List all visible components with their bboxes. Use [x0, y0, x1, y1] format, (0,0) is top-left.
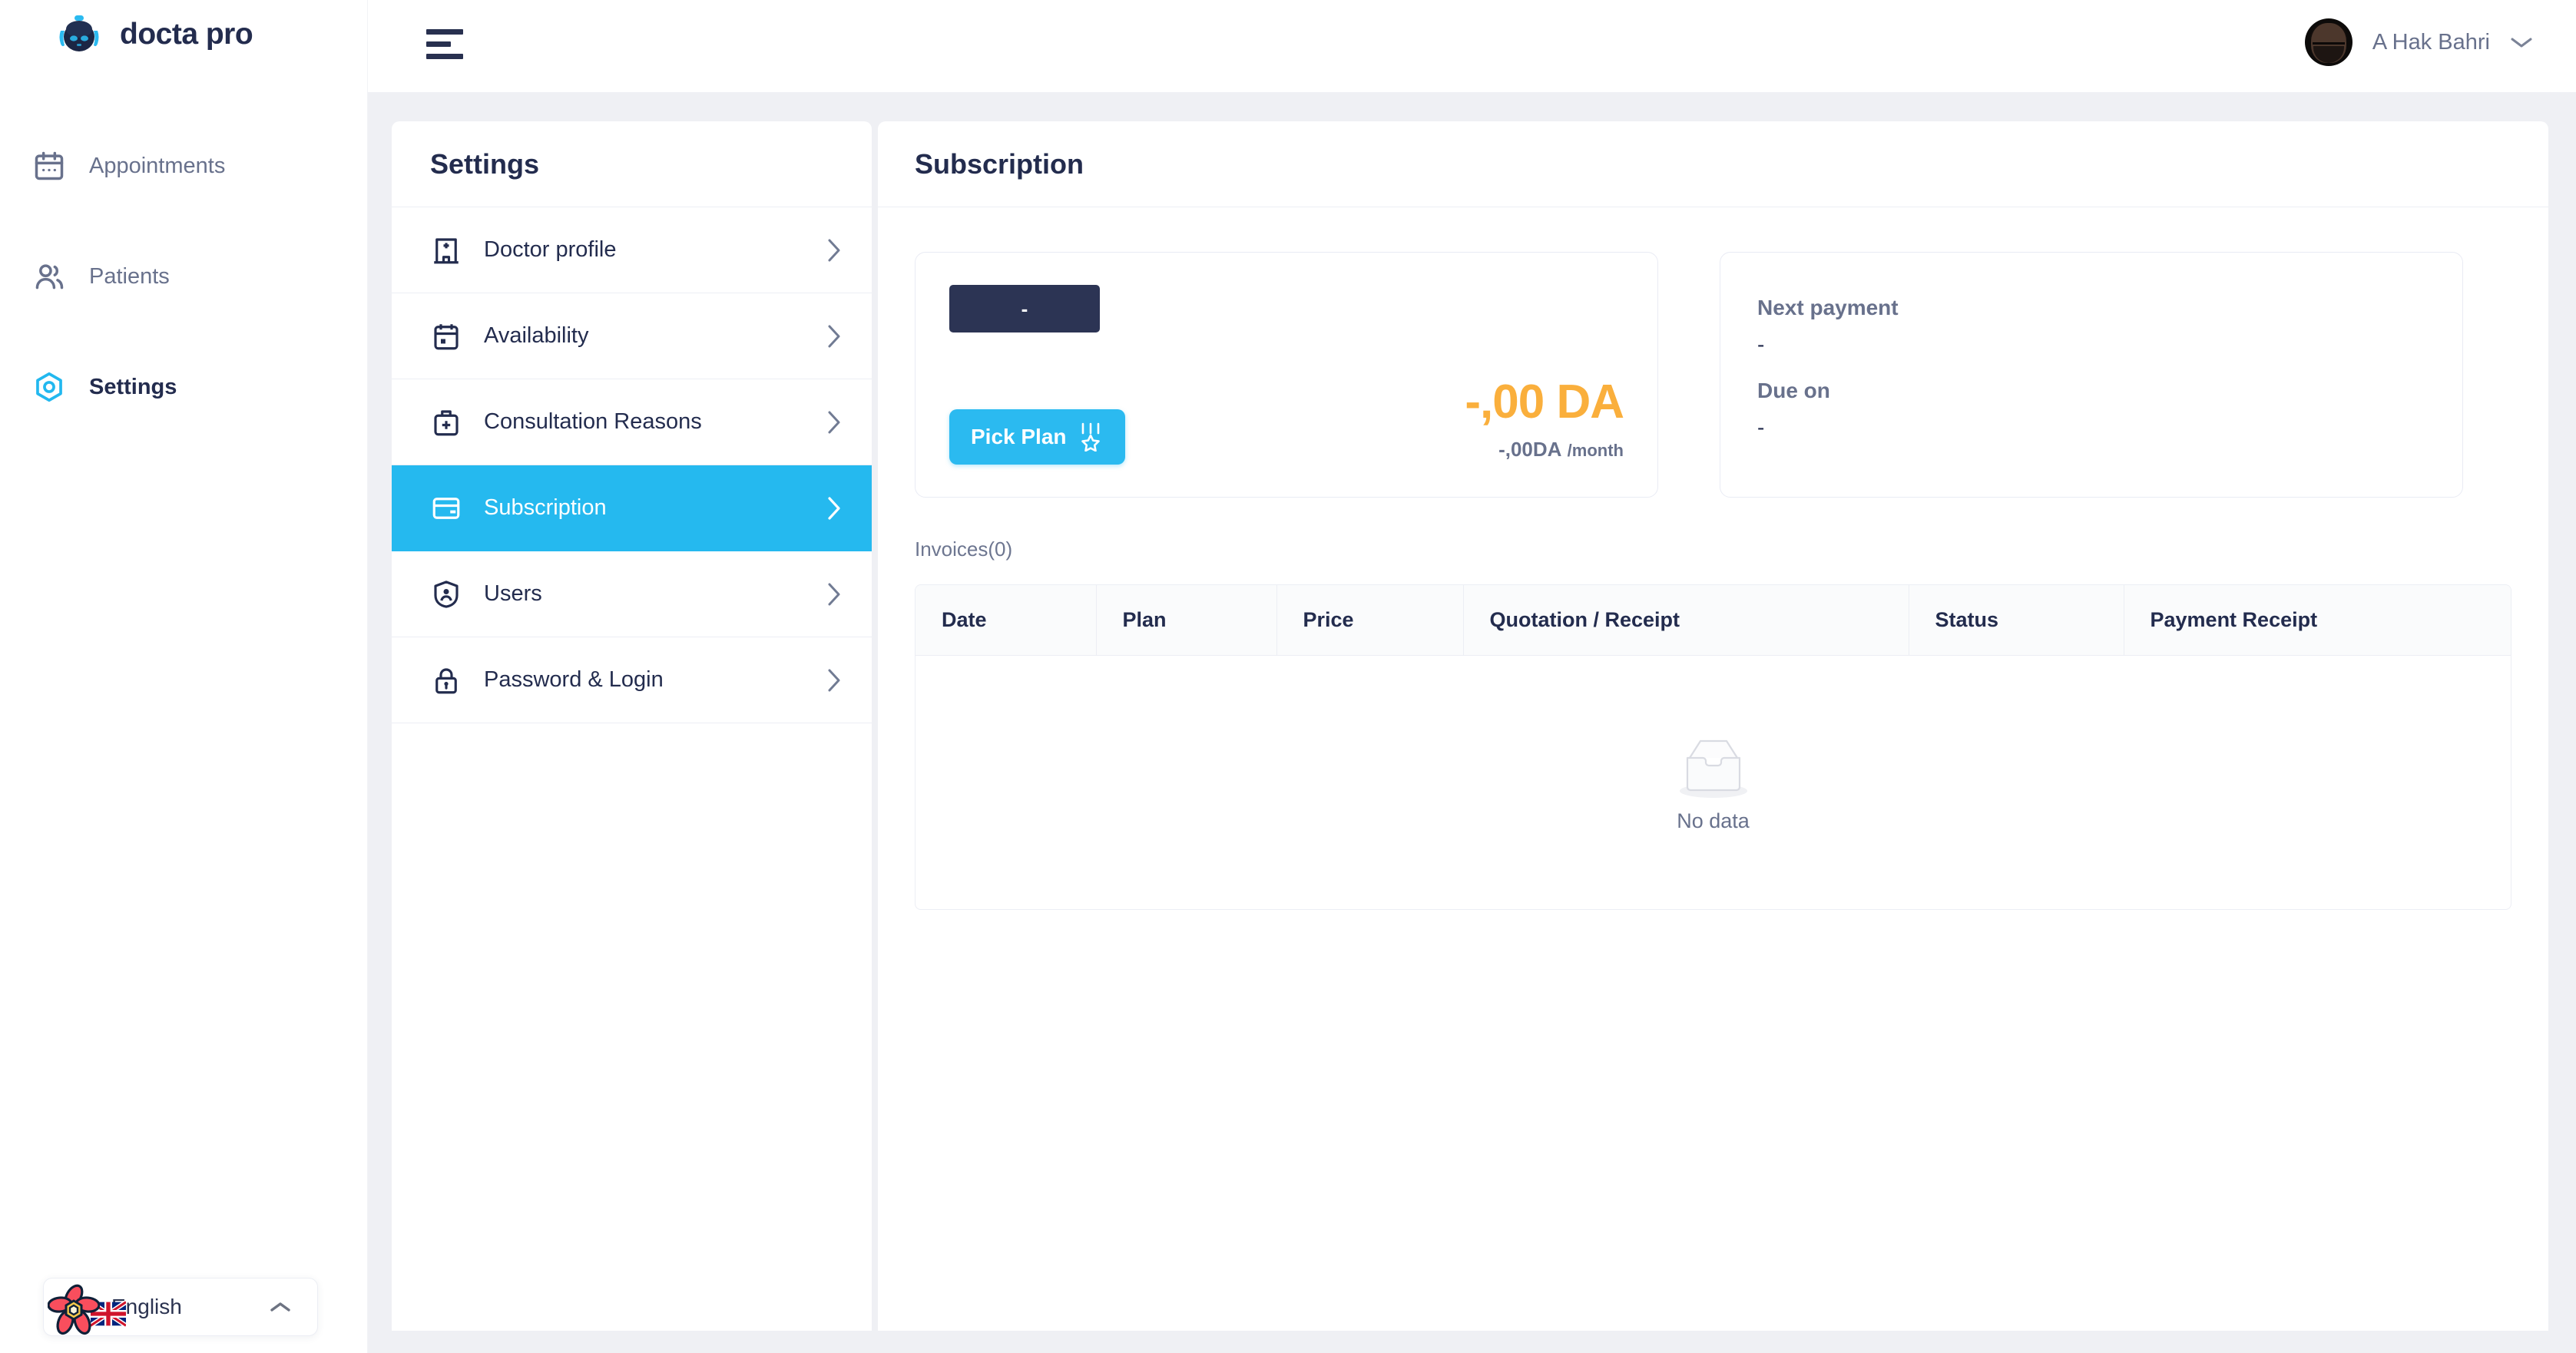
- hexagon-gear-icon: [32, 370, 66, 404]
- primary-nav: Appointments Patients Settings: [0, 138, 368, 470]
- settings-item-label: Doctor profile: [484, 237, 617, 262]
- settings-item-label: Availability: [484, 323, 589, 348]
- settings-item-password-login[interactable]: Password & Login: [392, 637, 872, 723]
- empty-state-cell: No data: [916, 656, 2511, 909]
- hamburger-line: [426, 54, 463, 59]
- table-empty-row: No data: [916, 656, 2511, 909]
- sidebar-item-label: Appointments: [89, 153, 226, 178]
- settings-item-label: Users: [484, 581, 542, 606]
- hamburger-line: [426, 41, 451, 47]
- users-icon: [32, 260, 66, 293]
- hamburger-line: [426, 29, 463, 35]
- settings-panel: Settings Doctor profile Availability Con…: [392, 121, 872, 1331]
- price-total: -,00 DA: [1465, 375, 1624, 428]
- column-header-date[interactable]: Date: [916, 585, 1097, 656]
- settings-item-label: Password & Login: [484, 667, 664, 692]
- flower-badge-icon: [47, 1284, 101, 1336]
- avatar-glasses: [2312, 42, 2345, 50]
- settings-header: Settings: [392, 121, 872, 207]
- app-root: docta pro Appointments Patients Settings…: [0, 0, 2576, 1353]
- clinic-building-icon: [430, 234, 462, 266]
- settings-item-consultation-reasons[interactable]: Consultation Reasons: [392, 379, 872, 465]
- section-title: Subscription: [915, 147, 1084, 180]
- sidebar-item-appointments[interactable]: Appointments: [0, 138, 368, 194]
- medical-bag-plus-icon: [430, 406, 462, 438]
- column-header-quotation-receipt[interactable]: Quotation / Receipt: [1463, 585, 1909, 656]
- settings-item-availability[interactable]: Availability: [392, 293, 872, 379]
- invoices-table-head: Date Plan Price Quotation / Receipt Stat…: [916, 585, 2511, 656]
- chevron-up-icon[interactable]: [270, 1300, 291, 1314]
- sidebar-item-label: Patients: [89, 263, 170, 289]
- empty-inbox-icon: [1671, 731, 1756, 802]
- column-header-payment-receipt[interactable]: Payment Receipt: [2124, 585, 2511, 656]
- column-header-plan[interactable]: Plan: [1096, 585, 1277, 656]
- settings-item-label: Subscription: [484, 495, 607, 520]
- due-on-label: Due on: [1757, 379, 1830, 402]
- chevron-right-icon: [826, 237, 843, 263]
- settings-item-subscription[interactable]: Subscription: [392, 465, 872, 551]
- chevron-right-icon: [826, 581, 843, 607]
- column-header-price[interactable]: Price: [1276, 585, 1464, 656]
- chevron-right-icon: [826, 495, 843, 521]
- user-menu[interactable]: A Hak Bahri: [2304, 18, 2533, 66]
- avatar: [2304, 18, 2353, 66]
- next-payment-value: -: [1757, 332, 1765, 356]
- chevron-right-icon: [826, 323, 843, 349]
- subscription-panel: Subscription - Pick Plan -,00 DA -,00DA …: [878, 121, 2548, 1331]
- sidebar-item-label: Settings: [89, 374, 177, 399]
- price-block: -,00 DA -,00DA /month: [1465, 377, 1624, 461]
- table-header-row: Date Plan Price Quotation / Receipt Stat…: [916, 585, 2511, 656]
- column-header-status[interactable]: Status: [1909, 585, 2124, 656]
- brand-name: docta pro: [120, 18, 253, 51]
- settings-item-users[interactable]: Users: [392, 551, 872, 637]
- hamburger-menu-icon[interactable]: [426, 29, 463, 60]
- subscription-header: Subscription: [878, 121, 2548, 207]
- shield-user-icon: [430, 578, 462, 610]
- sidebar-item-settings[interactable]: Settings: [0, 359, 368, 415]
- chevron-right-icon: [826, 667, 843, 693]
- padlock-icon: [430, 664, 462, 696]
- invoices-table-body: No data: [916, 656, 2511, 909]
- credit-card-icon: [430, 492, 462, 524]
- empty-state-text: No data: [1677, 809, 1750, 833]
- empty-state: No data: [916, 731, 2511, 833]
- sidebar-item-patients[interactable]: Patients: [0, 249, 368, 304]
- invoices-table: Date Plan Price Quotation / Receipt Stat…: [916, 585, 2511, 909]
- price-monthly: -,00DA /month: [1465, 438, 1624, 461]
- current-plan-card: - Pick Plan -,00 DA -,00DA /month: [915, 252, 1658, 498]
- chevron-down-icon[interactable]: [2510, 35, 2533, 50]
- medal-award-icon: [1078, 422, 1104, 452]
- settings-item-doctor-profile[interactable]: Doctor profile: [392, 207, 872, 293]
- user-name: A Hak Bahri: [2372, 29, 2490, 55]
- language-selector[interactable]: English: [43, 1278, 318, 1336]
- pick-plan-label: Pick Plan: [971, 425, 1067, 448]
- brand-logo-link[interactable]: docta pro: [55, 11, 253, 58]
- calendar-icon: [32, 149, 66, 183]
- price-monthly-period: /month: [1567, 441, 1624, 460]
- left-sidebar: docta pro Appointments Patients Settings…: [0, 0, 368, 1353]
- top-bar: A Hak Bahri: [368, 0, 2576, 92]
- page-title: Settings: [430, 147, 540, 180]
- price-monthly-amount: -,00DA: [1498, 438, 1562, 461]
- plan-badge: -: [949, 285, 1100, 332]
- chevron-right-icon: [826, 409, 843, 435]
- summary-cards-row: - Pick Plan -,00 DA -,00DA /month Next p…: [878, 207, 2548, 498]
- due-on-value: -: [1757, 415, 1765, 439]
- invoices-table-wrapper: Date Plan Price Quotation / Receipt Stat…: [915, 584, 2511, 910]
- robot-head-icon: [55, 11, 103, 58]
- invoices-section-label: Invoices(0): [915, 538, 1013, 561]
- calendar-check-icon: [430, 320, 462, 352]
- pick-plan-button[interactable]: Pick Plan: [949, 409, 1125, 465]
- next-payment-label: Next payment: [1757, 296, 1899, 319]
- settings-item-label: Consultation Reasons: [484, 409, 702, 434]
- next-payment-card: Next payment - Due on -: [1720, 252, 2463, 498]
